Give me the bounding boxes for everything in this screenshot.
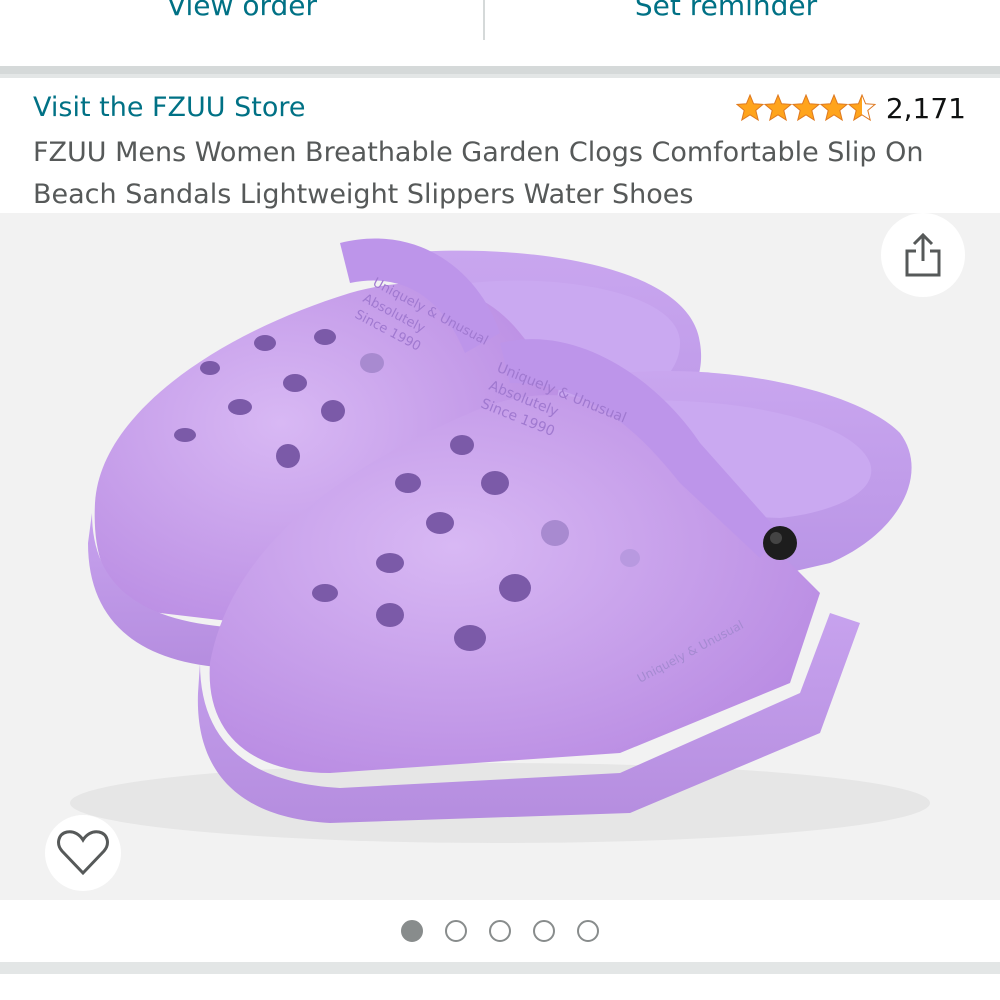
pagination-dot[interactable] bbox=[445, 920, 467, 942]
share-button[interactable] bbox=[881, 213, 965, 297]
share-icon bbox=[905, 232, 941, 277]
store-link[interactable]: Visit the FZUU Store bbox=[33, 88, 306, 128]
heart-icon bbox=[57, 830, 109, 876]
view-order-button[interactable]: View order bbox=[0, 0, 484, 26]
pagination-dot[interactable] bbox=[401, 920, 423, 942]
pagination-dot[interactable] bbox=[577, 920, 599, 942]
pagination-dot[interactable] bbox=[533, 920, 555, 942]
pagination-dot[interactable] bbox=[489, 920, 511, 942]
action-divider bbox=[483, 0, 485, 40]
order-actions-bar: View order Set reminder bbox=[0, 0, 1000, 66]
section-separator-light bbox=[0, 74, 1000, 78]
section-separator-bottom bbox=[0, 962, 1000, 974]
rating-summary[interactable]: 2,171 bbox=[735, 88, 966, 128]
star-icon bbox=[763, 94, 793, 122]
star-icon bbox=[735, 94, 765, 122]
wishlist-button[interactable] bbox=[45, 815, 121, 891]
half-star-icon bbox=[847, 94, 876, 122]
product-image-gallery[interactable]: Uniquely & Unusual Absolutely Since 1990… bbox=[0, 213, 1000, 900]
image-pagination bbox=[0, 912, 1000, 950]
rating-count: 2,171 bbox=[885, 91, 966, 125]
star-icon bbox=[791, 94, 821, 122]
product-image[interactable]: Uniquely & Unusual Absolutely Since 1990… bbox=[0, 213, 1000, 900]
product-title: FZUU Mens Women Breathable Garden Clogs … bbox=[33, 137, 924, 210]
set-reminder-button[interactable]: Set reminder bbox=[486, 0, 966, 26]
star-icon bbox=[819, 94, 849, 122]
star-rating bbox=[735, 94, 876, 122]
